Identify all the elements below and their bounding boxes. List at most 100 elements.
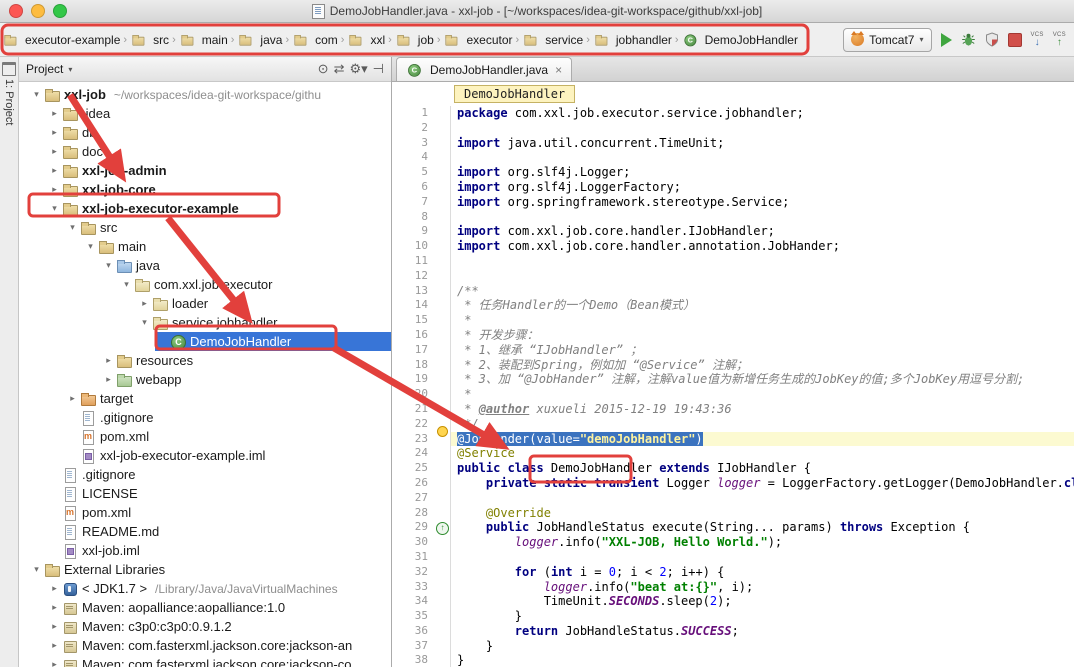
tree-item[interactable]: ▾External Libraries xyxy=(19,560,391,579)
code-line[interactable]: 22 */ xyxy=(392,417,1074,432)
collapse-all-button[interactable]: ⇄ xyxy=(334,61,345,77)
code-line[interactable]: 33 logger.info("beat at:{}", i); xyxy=(392,580,1074,595)
tree-item[interactable]: LICENSE xyxy=(19,484,391,503)
code-line[interactable]: 11 xyxy=(392,254,1074,269)
debug-button[interactable] xyxy=(961,32,976,47)
tree-item[interactable]: ▾service.jobhandler xyxy=(19,313,391,332)
tree-item[interactable]: xxl-job.iml xyxy=(19,541,391,560)
tree-item[interactable]: ▾main xyxy=(19,237,391,256)
expand-arrow-icon[interactable]: ▸ xyxy=(47,659,62,667)
locate-button[interactable]: ⊙ xyxy=(318,61,329,77)
expand-arrow-icon[interactable]: ▾ xyxy=(65,222,80,233)
expand-arrow-icon[interactable]: ▸ xyxy=(47,127,62,138)
tree-item[interactable]: ▸target xyxy=(19,389,391,408)
tree-item[interactable]: ▾com.xxl.job.executor xyxy=(19,275,391,294)
vcs-update-button[interactable]: VCS ↓ xyxy=(1031,32,1044,48)
tree-item[interactable]: README.md xyxy=(19,522,391,541)
code-line[interactable]: 7import org.springframework.stereotype.S… xyxy=(392,195,1074,210)
code-line[interactable]: 28 @Override xyxy=(392,506,1074,521)
expand-arrow-icon[interactable]: ▾ xyxy=(119,279,134,290)
expand-arrow-icon[interactable]: ▾ xyxy=(83,241,98,252)
vcs-commit-button[interactable]: VCS ↑ xyxy=(1053,32,1066,48)
tree-item[interactable]: ▸resources xyxy=(19,351,391,370)
tree-item[interactable]: ▸Maven: com.fasterxml.jackson.core:jacks… xyxy=(19,655,391,667)
expand-arrow-icon[interactable]: ▸ xyxy=(47,621,62,632)
tree-item[interactable]: ▸webapp xyxy=(19,370,391,389)
code-line[interactable]: 21 * @author xuxueli 2015-12-19 19:43:36 xyxy=(392,402,1074,417)
breadcrumb-item[interactable]: service xyxy=(522,32,583,48)
expand-arrow-icon[interactable]: ▸ xyxy=(47,184,62,195)
tree-item[interactable]: ▸loader xyxy=(19,294,391,313)
code-line[interactable]: 4 xyxy=(392,150,1074,165)
breadcrumb-item[interactable]: com xyxy=(292,32,338,48)
tree-item[interactable]: ▸.idea xyxy=(19,104,391,123)
close-tab-icon[interactable]: × xyxy=(555,63,562,77)
breadcrumb-item[interactable]: job xyxy=(395,32,434,48)
code-line[interactable]: 23@JobHander(value="demoJobHandler") xyxy=(392,432,1074,447)
breadcrumb-item[interactable]: DemoJobHandler xyxy=(682,32,798,48)
breadcrumb-item[interactable]: xxl xyxy=(347,32,385,48)
breadcrumb-item[interactable]: executor-example xyxy=(2,32,120,48)
gear-button[interactable]: ⚙▾ xyxy=(349,61,367,77)
code-line[interactable]: 32 for (int i = 0; i < 2; i++) { xyxy=(392,565,1074,580)
coverage-button[interactable] xyxy=(985,32,999,47)
code-line[interactable]: 27 xyxy=(392,491,1074,506)
code-line[interactable]: 15 * xyxy=(392,313,1074,328)
tree-item[interactable]: pom.xml xyxy=(19,427,391,446)
code-line[interactable]: 19 * 3、加 “@JobHander” 注解，注解value值为新增任务生成… xyxy=(392,372,1074,387)
code-line[interactable]: 2 xyxy=(392,121,1074,136)
tree-item[interactable]: ▸db xyxy=(19,123,391,142)
code-line[interactable]: 30 logger.info("XXL-JOB, Hello World."); xyxy=(392,535,1074,550)
breadcrumb-item[interactable]: executor xyxy=(443,32,512,48)
hide-panel-button[interactable]: ⊣ xyxy=(373,61,384,77)
code-line[interactable]: 24@Service xyxy=(392,446,1074,461)
code-line[interactable]: 31 xyxy=(392,550,1074,565)
code-line[interactable]: 6import org.slf4j.LoggerFactory; xyxy=(392,180,1074,195)
code-line[interactable]: 20 * xyxy=(392,387,1074,402)
expand-arrow-icon[interactable]: ▸ xyxy=(137,298,152,309)
tree-item[interactable]: ▸xxl-job-core xyxy=(19,180,391,199)
code-line[interactable]: 25public class DemoJobHandler extends IJ… xyxy=(392,461,1074,476)
stop-button[interactable] xyxy=(1008,33,1022,47)
code-line[interactable]: 29↑ public JobHandleStatus execute(Strin… xyxy=(392,520,1074,535)
code-line[interactable]: 26 private static transient Logger logge… xyxy=(392,476,1074,491)
tree-item[interactable]: ▸Maven: com.fasterxml.jackson.core:jacks… xyxy=(19,636,391,655)
code-line[interactable]: 9import com.xxl.job.core.handler.IJobHan… xyxy=(392,224,1074,239)
close-window-button[interactable] xyxy=(9,4,23,18)
expand-arrow-icon[interactable]: ▾ xyxy=(47,203,62,214)
tree-item[interactable]: ▸xxl-job-admin xyxy=(19,161,391,180)
tree-item[interactable]: ▸doc xyxy=(19,142,391,161)
expand-arrow-icon[interactable]: ▾ xyxy=(137,317,152,328)
expand-arrow-icon[interactable]: ▾ xyxy=(29,89,44,100)
expand-arrow-icon[interactable]: ▾ xyxy=(29,564,44,575)
breadcrumb-chip[interactable]: DemoJobHandler xyxy=(454,85,575,103)
tree-item[interactable]: .gitignore xyxy=(19,408,391,427)
breadcrumb-item[interactable]: main xyxy=(179,32,228,48)
code-line[interactable]: 17 * 1、继承 “IJobHandler” ； xyxy=(392,343,1074,358)
tree-item[interactable]: ▸Maven: c3p0:c3p0:0.9.1.2 xyxy=(19,617,391,636)
code-line[interactable]: 16 * 开发步骤： xyxy=(392,328,1074,343)
code-line[interactable]: 3import java.util.concurrent.TimeUnit; xyxy=(392,136,1074,151)
tree-item[interactable]: ▸Maven: aopalliance:aopalliance:1.0 xyxy=(19,598,391,617)
code-line[interactable]: 35 } xyxy=(392,609,1074,624)
code-line[interactable]: 10import com.xxl.job.core.handler.annota… xyxy=(392,239,1074,254)
zoom-window-button[interactable] xyxy=(53,4,67,18)
code-line[interactable]: 37 } xyxy=(392,639,1074,654)
breadcrumb-item[interactable]: java xyxy=(237,32,282,48)
code-line[interactable]: 8 xyxy=(392,210,1074,225)
tree-item[interactable]: pom.xml xyxy=(19,503,391,522)
tree-item[interactable]: ▾java xyxy=(19,256,391,275)
breadcrumb-item[interactable]: jobhandler xyxy=(593,32,672,48)
expand-arrow-icon[interactable]: ▸ xyxy=(47,640,62,651)
code-line[interactable]: 34 TimeUnit.SECONDS.sleep(2); xyxy=(392,594,1074,609)
tree-item[interactable]: ▾xxl-job-executor-example xyxy=(19,199,391,218)
chevron-down-icon[interactable]: ▾ xyxy=(68,65,72,74)
code-line[interactable]: 5import org.slf4j.Logger; xyxy=(392,165,1074,180)
project-stripe-tab[interactable]: 1: Project xyxy=(3,79,15,125)
expand-arrow-icon[interactable]: ▸ xyxy=(65,393,80,404)
expand-arrow-icon[interactable]: ▸ xyxy=(47,583,62,594)
tree-item[interactable]: ▸< JDK1.7 >/Library/Java/JavaVirtualMach… xyxy=(19,579,391,598)
minimize-window-button[interactable] xyxy=(31,4,45,18)
tool-window-icon[interactable] xyxy=(2,62,16,76)
tree-item[interactable]: ▾xxl-job~/workspaces/idea-git-workspace/… xyxy=(19,85,391,104)
